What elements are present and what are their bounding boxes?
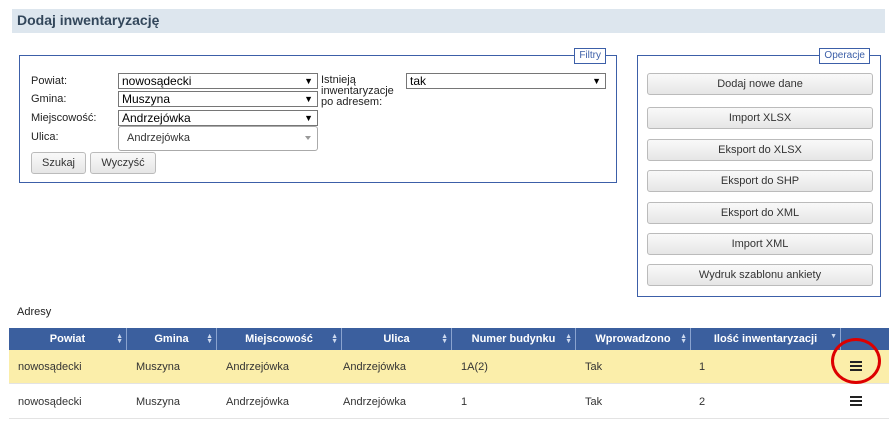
gmina-value: Muszyna <box>122 92 171 106</box>
miejscowosc-value: Andrzejówka <box>122 111 191 125</box>
ulica-combobox[interactable]: Andrzejówka <box>118 126 318 151</box>
sort-icon: ▲ ▼ <box>680 333 687 345</box>
import-xlsx-button[interactable]: Import XLSX <box>647 107 873 129</box>
cell-ilosc: 2 <box>699 396 706 408</box>
dropdown-arrow-icon: ▼ <box>304 94 313 104</box>
cell-ulica: Andrzejówka <box>343 361 406 373</box>
column-header-gmina[interactable]: Gmina ▲ ▼ <box>127 328 217 350</box>
table-header: Powiat ▲ ▼ Gmina ▲ ▼ Miejscowość ▲ ▼ Ulica ▲ ▼ N… <box>9 328 889 350</box>
miejscowosc-label: Miejscowość: <box>31 112 97 124</box>
sort-icon: ▲ ▼ <box>116 333 123 345</box>
print-survey-template-button[interactable]: Wydruk szablonu ankiety <box>647 264 873 286</box>
cell-powiat: nowosądecki <box>18 361 82 373</box>
powiat-select[interactable]: nowosądecki ▼ <box>118 73 318 89</box>
dropdown-arrow-icon: ▼ <box>304 76 313 86</box>
column-header-numer[interactable]: Numer budynku ▲ ▼ <box>452 328 576 350</box>
powiat-value: nowosądecki <box>122 74 192 88</box>
column-header-wprowadzono[interactable]: Wprowadzono ▲ ▼ <box>576 328 691 350</box>
page-header: Dodaj inwentaryzację <box>12 9 885 33</box>
column-header-ulica[interactable]: Ulica ▲ ▼ <box>342 328 452 350</box>
sort-icon: ▲ ▼ <box>206 333 213 345</box>
addresses-label: Adresy <box>17 306 52 318</box>
search-button[interactable]: Szukaj <box>31 152 86 174</box>
dropdown-arrow-icon: ▼ <box>592 76 601 86</box>
cell-wprowadzono: Tak <box>585 361 603 373</box>
cell-gmina: Muszyna <box>136 396 181 408</box>
table-row[interactable]: nowosądecki Muszyna Andrzejówka Andrzejó… <box>9 385 889 419</box>
export-xml-button[interactable]: Eksport do XML <box>647 202 873 224</box>
menu-icon[interactable] <box>850 396 862 407</box>
cell-gmina: Muszyna <box>136 361 181 373</box>
cell-numer: 1A(2) <box>461 361 488 373</box>
miejscowosc-select[interactable]: Andrzejówka ▼ <box>118 110 318 126</box>
table-row[interactable]: nowosądecki Muszyna Andrzejówka Andrzejó… <box>9 350 889 384</box>
cell-miejscowosc: Andrzejówka <box>226 396 289 408</box>
highlight-circle <box>831 338 881 384</box>
cell-ulica: Andrzejówka <box>343 396 406 408</box>
ulica-value: Andrzejówka <box>127 132 190 144</box>
filters-legend: Filtry <box>574 48 606 64</box>
import-xml-button[interactable]: Import XML <box>647 233 873 255</box>
clear-button[interactable]: Wyczyść <box>90 152 156 174</box>
sort-icon: ▲ ▼ <box>565 333 572 345</box>
cell-wprowadzono: Tak <box>585 396 603 408</box>
gmina-select[interactable]: Muszyna ▼ <box>118 91 318 107</box>
istnieja-select[interactable]: tak ▼ <box>406 73 606 89</box>
cell-miejscowosc: Andrzejówka <box>226 361 289 373</box>
powiat-label: Powiat: <box>31 75 68 87</box>
ulica-label: Ulica: <box>31 131 59 143</box>
cell-numer: 1 <box>461 396 468 408</box>
filters-panel: Filtry Powiat: nowosądecki ▼ Gmina: Musz… <box>19 48 617 183</box>
sort-icon: ▼ <box>830 333 837 340</box>
export-shp-button[interactable]: Eksport do SHP <box>647 170 873 192</box>
add-new-data-button[interactable]: Dodaj nowe dane <box>647 73 873 95</box>
column-header-powiat[interactable]: Powiat ▲ ▼ <box>9 328 127 350</box>
cell-powiat: nowosądecki <box>18 396 82 408</box>
column-header-miejscowosc[interactable]: Miejscowość ▲ ▼ <box>217 328 342 350</box>
istnieja-label: Istnieją inwentaryzacje po adresem: <box>321 74 394 108</box>
istnieja-value: tak <box>410 74 427 88</box>
dropdown-arrow-icon <box>305 136 311 140</box>
operations-legend: Operacje <box>819 48 870 64</box>
dropdown-arrow-icon: ▼ <box>304 113 313 123</box>
sort-icon: ▲ ▼ <box>331 333 338 345</box>
operations-panel: Operacje Dodaj nowe dane Import XLSX Eks… <box>637 48 881 297</box>
cell-ilosc: 1 <box>699 361 706 373</box>
sort-icon: ▲ ▼ <box>441 333 448 345</box>
column-header-ilosc[interactable]: Ilość inwentaryzacji ▼ <box>691 328 841 350</box>
page-title: Dodaj inwentaryzację <box>17 12 160 28</box>
export-xlsx-button[interactable]: Eksport do XLSX <box>647 139 873 161</box>
gmina-label: Gmina: <box>31 93 67 105</box>
